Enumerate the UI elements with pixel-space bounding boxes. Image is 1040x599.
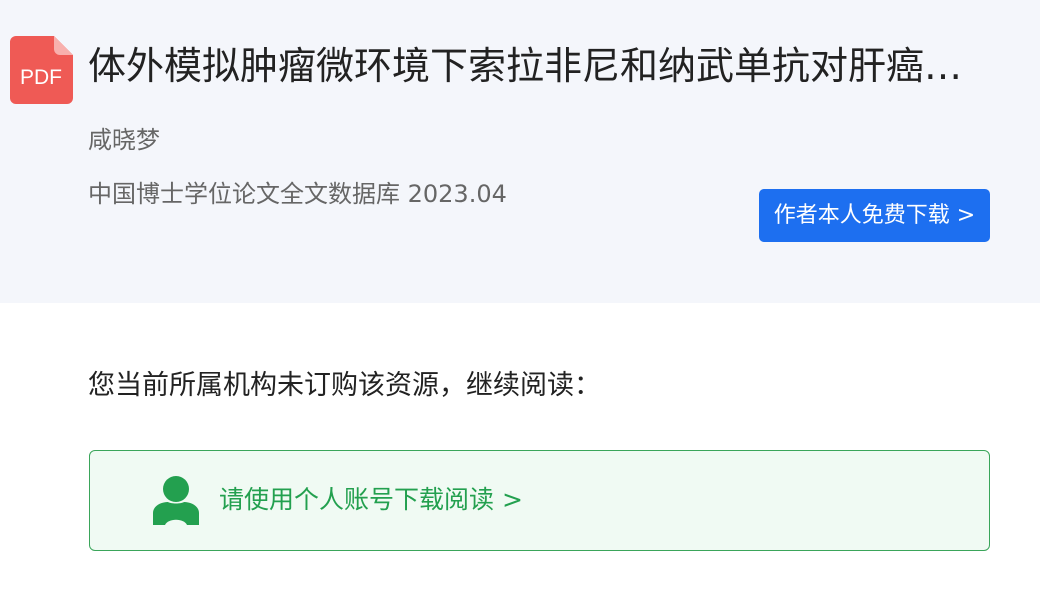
personal-account-download-button[interactable]: 请使用个人账号下载阅读 > [89, 450, 990, 551]
author-free-download-button[interactable]: 作者本人免费下载 > [759, 189, 990, 242]
pdf-icon-label: PDF [20, 66, 62, 89]
personal-download-label: 请使用个人账号下载阅读 > [219, 485, 523, 514]
author-name[interactable]: 咸晓梦 [88, 124, 160, 156]
user-icon [153, 476, 199, 525]
document-header: PDF 体外模拟肿瘤微环境下索拉非尼和纳武单抗对肝癌… 咸晓梦 中国博士学位论文… [0, 0, 1040, 303]
access-notice: 您当前所属机构未订购该资源，继续阅读： [88, 370, 601, 401]
source-and-date: 中国博士学位论文全文数据库 2023.04 [88, 180, 507, 208]
document-title[interactable]: 体外模拟肿瘤微环境下索拉非尼和纳武单抗对肝癌… [88, 38, 1008, 94]
pdf-file-icon: PDF [10, 36, 73, 104]
